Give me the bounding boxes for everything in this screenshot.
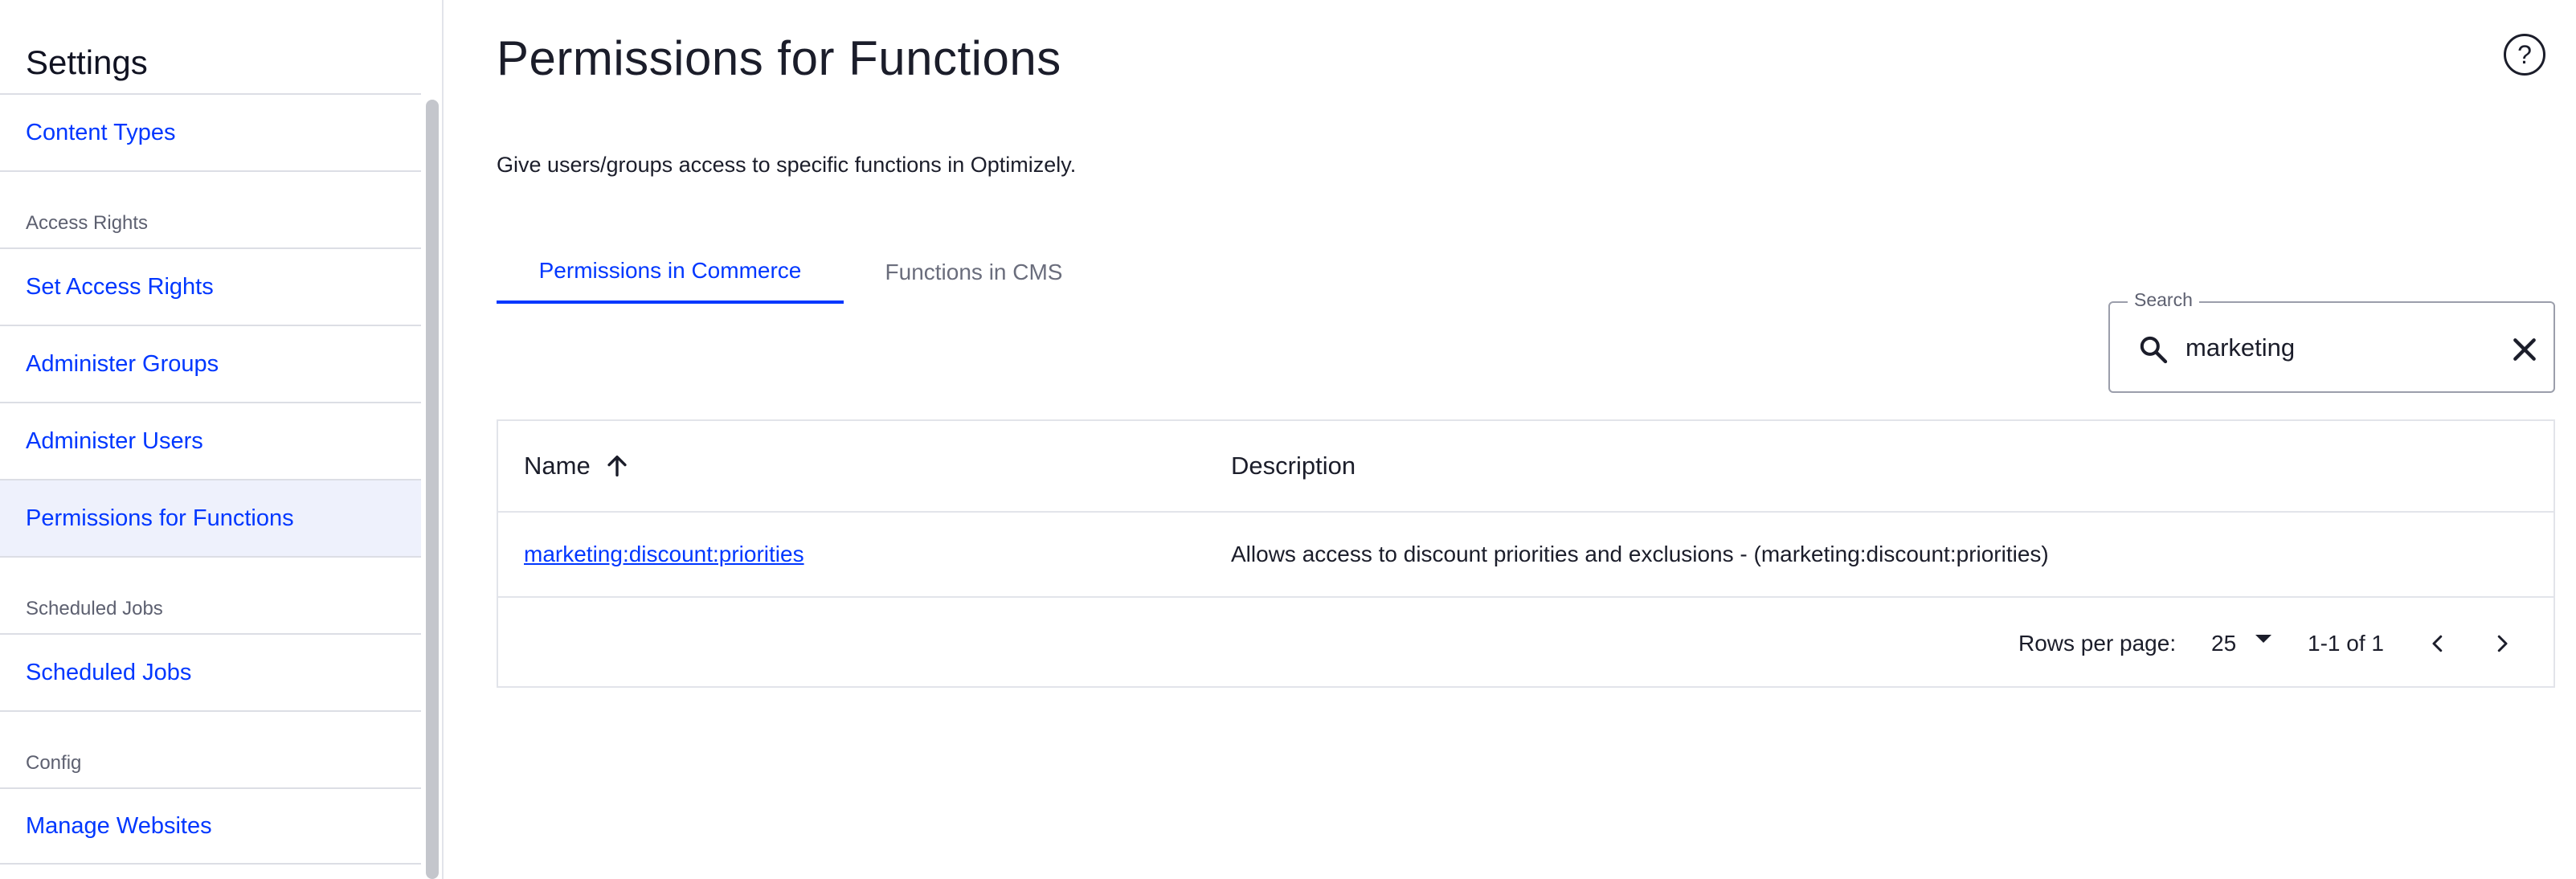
page-title: Permissions for Functions [497,31,1061,85]
search-field[interactable]: Search [2108,289,2555,393]
sidebar-section-access-rights: Access Rights [0,170,421,247]
sidebar-item-content-types[interactable]: Content Types [0,93,421,170]
sidebar-item-manage-websites[interactable]: Manage Websites [0,787,421,865]
page-description: Give users/groups access to specific fun… [497,153,1077,177]
sidebar-item-administer-groups[interactable]: Administer Groups [0,325,421,402]
search-icon [2140,336,2168,364]
rows-per-page-select[interactable]: 25 [2211,599,2272,688]
tab-permissions-in-commerce[interactable]: Permissions in Commerce [497,241,844,304]
settings-nav: Content Types Access Rights Set Access R… [0,93,421,865]
sidebar-item-scheduled-jobs[interactable]: Scheduled Jobs [0,633,421,710]
help-icon[interactable]: ? [2504,34,2545,76]
sidebar-section-scheduled-jobs: Scheduled Jobs [0,556,421,633]
column-header-name[interactable]: Name [524,421,631,511]
rows-per-page-value: 25 [2211,631,2237,656]
sidebar-item-administer-users[interactable]: Administer Users [0,402,421,479]
tab-functions-in-cms[interactable]: Functions in CMS [844,241,1104,304]
chevron-right-icon [2497,635,2508,652]
next-page-button[interactable] [2484,626,2520,661]
pagination-range: 1-1 of 1 [2308,631,2384,656]
sidebar-title: Settings [26,43,148,81]
table-pagination: Rows per page: 25 1-1 of 1 [498,599,2554,688]
main-content: Permissions for Functions ? Give users/g… [445,0,2576,879]
table-row: marketing:discount:priorities Allows acc… [498,513,2554,598]
permissions-table: Name Description marketing:discount:prio… [497,419,2555,688]
column-header-description: Description [1231,452,1356,480]
table-header: Name Description [498,421,2554,513]
caret-down-icon [2255,635,2272,643]
sidebar-section-config: Config [0,710,421,787]
rows-per-page-label: Rows per page: [2018,631,2177,656]
function-name-link[interactable]: marketing:discount:priorities [524,513,804,596]
search-input[interactable] [2186,324,2491,372]
sidebar-item-set-access-rights[interactable]: Set Access Rights [0,247,421,325]
sidebar-scrollbar-thumb[interactable] [426,100,439,879]
function-description: Allows access to discount priorities and… [1231,542,2049,566]
previous-page-button[interactable] [2420,626,2455,661]
sidebar-item-permissions-for-functions[interactable]: Permissions for Functions [0,479,421,556]
arrow-up-icon [607,455,627,477]
close-icon[interactable] [2509,333,2541,366]
column-header-name-label: Name [524,452,591,480]
tab-bar: Permissions in Commerce Functions in CMS [497,241,1104,304]
app-window: Settings Content Types Access Rights Set… [0,0,2576,879]
settings-sidebar: Settings Content Types Access Rights Set… [0,0,444,879]
search-label: Search [2128,289,2199,311]
chevron-left-icon [2432,635,2443,652]
